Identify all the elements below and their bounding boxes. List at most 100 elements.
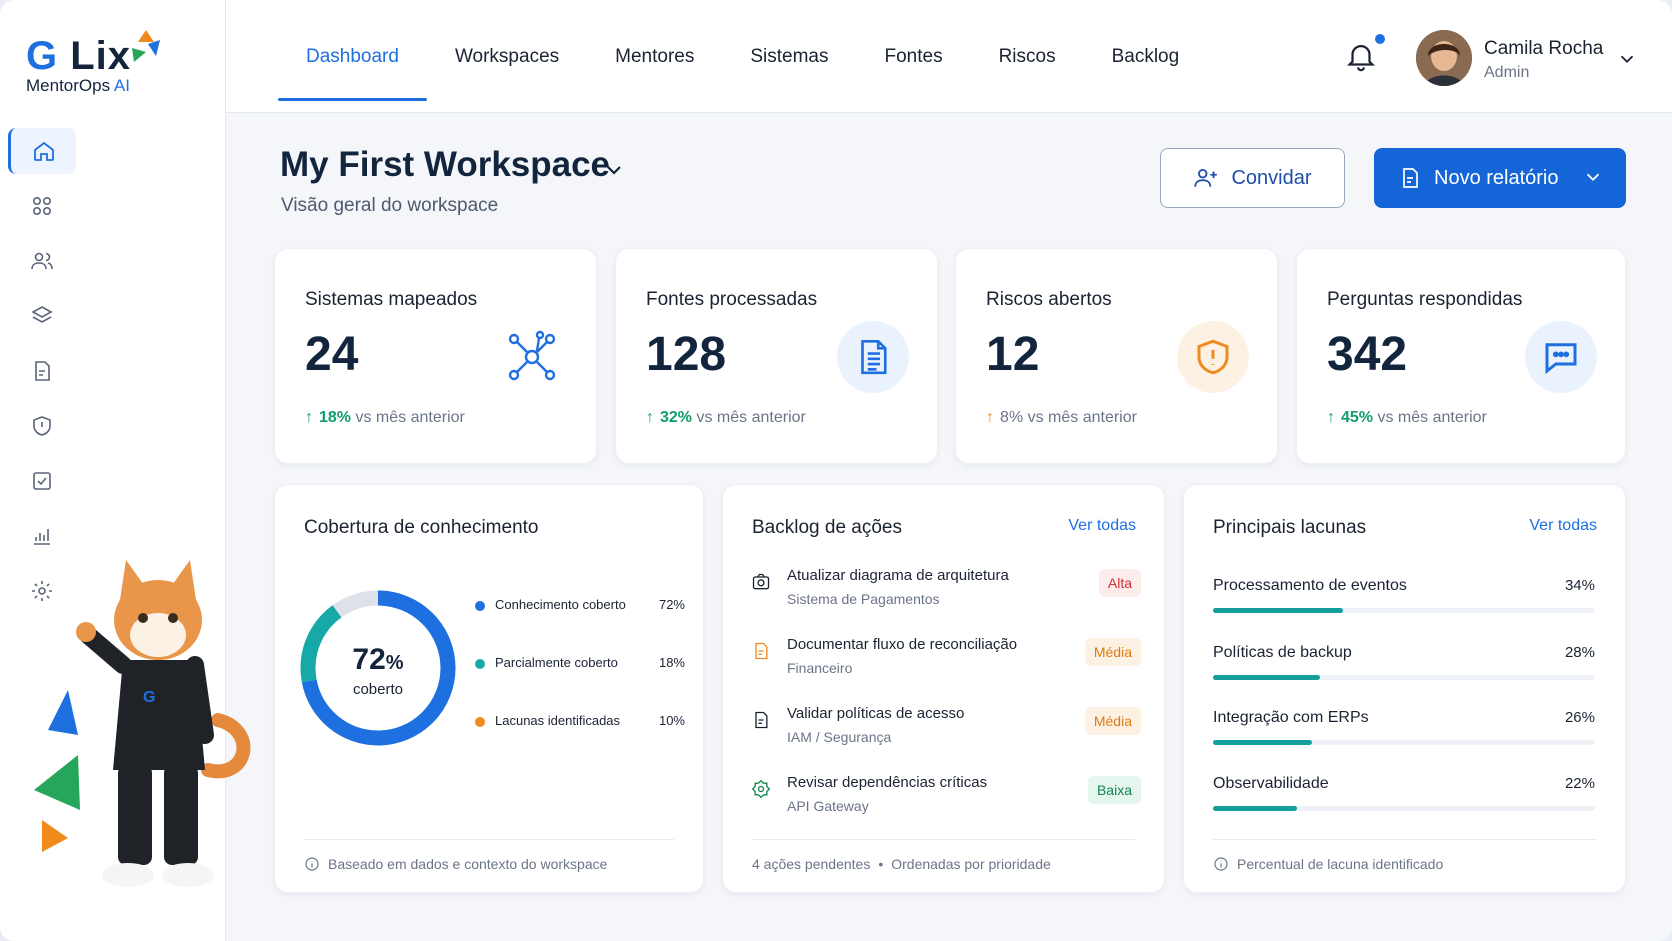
panel-title: Cobertura de conhecimento [304,517,539,538]
grid-icon [32,196,52,216]
panel-footer: Baseado em dados e contexto do workspace [304,856,607,872]
tab-sistemas[interactable]: Sistemas [722,0,856,113]
legend-item: Lacunas identificadas 10% [475,713,685,771]
avatar[interactable] [1416,30,1472,86]
gap-value: 28% [1564,644,1595,661]
chart-legend: Conhecimento coberto 72% Parcialmente co… [475,597,685,771]
gap-name: Políticas de backup [1213,644,1352,661]
new-report-button-label: Novo relatório [1434,166,1559,189]
legend-item: Parcialmente coberto 18% [475,655,685,713]
kpi-delta: ↑ 45% vs mês anterior [1327,409,1487,426]
kpi-value: 12 [986,328,1040,381]
app-window: G Lix MentorOps AI G Dashboard Workspace… [0,0,1672,941]
tab-riscos[interactable]: Riscos [971,0,1084,113]
panel-footer: 4 ações pendentes • Ordenadas por priorida… [752,856,1051,872]
new-report-button[interactable]: Novo relatório [1374,148,1626,208]
priority-badge: Alta [1098,569,1141,597]
legend-dot [475,717,485,727]
chevron-down-icon[interactable] [1582,166,1604,188]
checkbox-icon [33,472,51,490]
layers-icon [31,306,53,323]
kpi-value: 128 [646,328,727,381]
sidebar-item-layers[interactable] [8,293,76,339]
donut-center-label: coberto [352,681,404,698]
gap-item[interactable]: Processamento de eventos 34% [1213,577,1595,623]
gap-progress-track [1213,806,1595,811]
legend-value: 18% [658,655,685,670]
network-icon [508,330,556,381]
gaps-panel: Principais lacunas Ver todas Processamen… [1183,484,1626,893]
divider [304,839,674,840]
gap-value: 22% [1564,775,1595,792]
backlog-item[interactable]: Revisar dependências críticas API Gatewa… [751,774,1141,836]
kpi-card-riscos[interactable]: Riscos abertos 12 ↑ 8% vs mês anterior [955,248,1278,464]
home-icon [33,141,54,161]
sidebar-item-tasks[interactable] [8,458,76,504]
tab-dashboard[interactable]: Dashboard [278,0,427,113]
backlog-see-all-link[interactable]: Ver todas [1068,517,1136,535]
sidebar-item-security[interactable] [8,403,76,449]
page-title[interactable]: My First Workspace [280,145,610,185]
sidebar-item-documents[interactable] [8,348,76,394]
workspace-chevron-down-icon[interactable] [602,158,626,182]
users-icon [31,252,53,270]
backlog-item-subtitle: IAM / Segurança [787,729,892,745]
gap-item[interactable]: Integração com ERPs 26% [1213,709,1595,755]
camera-icon [752,573,770,590]
svg-text:G: G [143,689,155,706]
sidebar-item-home[interactable] [8,128,76,174]
kpi-card-sistemas[interactable]: Sistemas mapeados 24 ↑ 18% vs mês anterio… [274,248,597,464]
tab-mentores[interactable]: Mentores [587,0,722,113]
product-name: MentorOps AI [26,76,130,95]
sidebar-item-apps[interactable] [8,183,76,229]
invite-button[interactable]: Convidar [1160,148,1345,208]
kpi-label: Fontes processadas [646,289,818,310]
tab-workspaces[interactable]: Workspaces [427,0,587,113]
panel-footer: Percentual de lacuna identificado [1213,856,1443,872]
kpi-label: Perguntas respondidas [1327,289,1523,310]
kpi-icon-wrap [1177,321,1249,393]
legend-dot [475,659,485,669]
add-user-icon [1194,168,1218,187]
backlog-item[interactable]: Atualizar diagrama de arquitetura Sistem… [751,567,1141,629]
backlog-item-subtitle: Sistema de Pagamentos [787,591,940,607]
legend-label: Lacunas identificadas [495,713,621,728]
gap-name: Processamento de eventos [1213,577,1407,594]
brand-logo[interactable]: G Lix MentorOps AI [26,30,160,100]
kpi-delta: ↑ 8% vs mês anterior [986,409,1137,426]
gap-progress-track [1213,608,1595,613]
divider [1213,839,1596,840]
gap-name: Integração com ERPs [1213,709,1369,726]
cat-mascot-illustration: G [34,560,251,887]
notification-bell-icon[interactable] [1344,38,1378,74]
backlog-item[interactable]: Validar políticas de acesso IAM / Segura… [751,705,1141,767]
avatar-photo-icon [1416,30,1472,86]
gap-item[interactable]: Observabilidade 22% [1213,775,1595,821]
tab-backlog[interactable]: Backlog [1084,0,1208,113]
page-subtitle: Visão geral do workspace [281,195,499,216]
kpi-icon-wrap [496,321,568,393]
chevron-down-icon[interactable] [1616,48,1638,70]
kpi-card-perguntas[interactable]: Perguntas respondidas 342 ↑ 45% vs mês an… [1296,248,1626,464]
legend-item: Conhecimento coberto 72% [475,597,685,655]
gaps-see-all-link[interactable]: Ver todas [1529,517,1597,535]
panel-title: Backlog de ações [752,517,902,538]
legend-label: Parcialmente coberto [495,655,618,670]
gap-value: 34% [1564,577,1595,594]
kpi-delta: ↑ 32% vs mês anterior [646,409,806,426]
kpi-card-fontes[interactable]: Fontes processadas 128 ↑ 32% vs mês anter… [615,248,938,464]
logo-wordmark: G Lix [26,34,132,78]
chat-bubble-icon [1545,343,1577,375]
sidebar-item-users[interactable] [8,238,76,284]
user-name[interactable]: Camila Rocha [1484,38,1603,60]
divider [752,839,1135,840]
gap-item[interactable]: Políticas de backup 28% [1213,644,1595,690]
gap-value: 26% [1564,709,1595,726]
legend-dot [475,601,485,611]
panel-title: Principais lacunas [1213,517,1367,538]
backlog-item-title: Validar políticas de acesso [787,705,965,722]
kpi-icon-wrap [1525,321,1597,393]
backlog-item[interactable]: Documentar fluxo de reconciliação Financ… [751,636,1141,698]
gap-progress-fill [1213,740,1313,745]
tab-fontes[interactable]: Fontes [856,0,970,113]
